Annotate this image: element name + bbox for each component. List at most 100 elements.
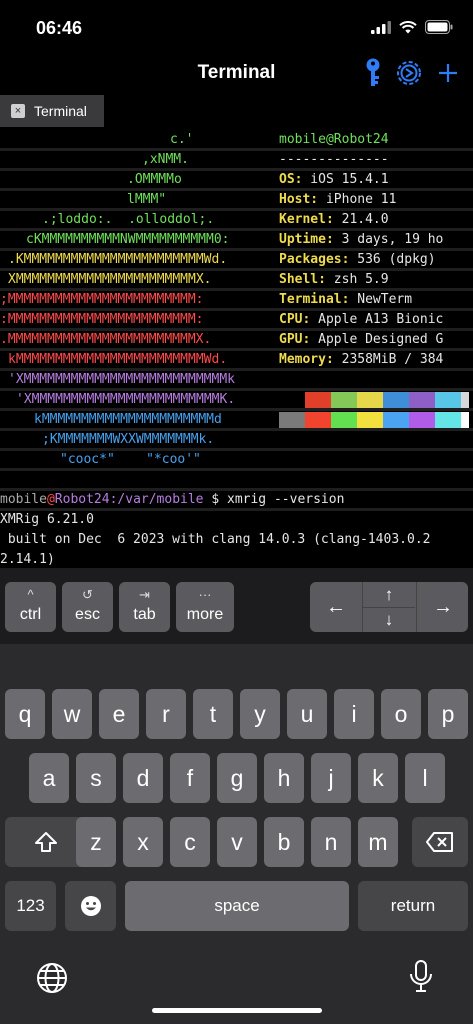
letter-key[interactable]: x bbox=[123, 817, 163, 867]
system-info-line: Memory: 2358MiB / 384 bbox=[279, 352, 443, 368]
ascii-logo-line: "cooc*" "*coo'" bbox=[60, 452, 201, 467]
prompt-host: Robot24 bbox=[54, 492, 110, 507]
return-key[interactable]: return bbox=[358, 881, 468, 931]
backspace-icon bbox=[426, 832, 453, 852]
info-value: Apple Designed G bbox=[310, 332, 444, 347]
info-value: NewTerm bbox=[349, 292, 413, 307]
row-divider bbox=[0, 428, 473, 431]
terminal-output[interactable]: c.' ,xNMM. .OMMMMo lMMM" .;loddo:. .olloddol… bbox=[0, 128, 473, 568]
battery-icon bbox=[425, 20, 453, 34]
letter-key[interactable]: c bbox=[170, 817, 210, 867]
esc-key[interactable]: ↺ esc bbox=[62, 582, 113, 632]
letter-key[interactable]: e bbox=[99, 689, 139, 739]
ascii-logo-line: ;MMMMMMMMMMMMMMMMMMMMMMMM: bbox=[0, 292, 204, 307]
info-key: Uptime: bbox=[279, 232, 334, 247]
row-divider bbox=[0, 368, 473, 371]
more-key[interactable]: ··· more bbox=[176, 582, 234, 632]
row-divider bbox=[0, 208, 473, 211]
prompt-path: :/var/mobile bbox=[109, 492, 204, 507]
letter-key[interactable]: f bbox=[170, 753, 210, 803]
color-swatch bbox=[305, 412, 331, 428]
system-info-line: Packages: 536 (dpkg) bbox=[279, 252, 436, 268]
info-value: zsh 5.9 bbox=[325, 272, 389, 287]
prompt-line: mobile@Robot24:/var/mobile $ xmrig --ver… bbox=[0, 492, 344, 508]
tab-key-label: tab bbox=[133, 606, 156, 623]
color-swatch bbox=[331, 392, 357, 408]
backspace-key[interactable] bbox=[412, 817, 468, 867]
arrow-right-key[interactable]: → bbox=[416, 582, 469, 632]
letter-key[interactable]: q bbox=[5, 689, 45, 739]
microphone-icon[interactable] bbox=[409, 960, 433, 994]
space-key[interactable]: space bbox=[125, 881, 349, 931]
shift-key[interactable] bbox=[5, 817, 86, 867]
arrow-down-key[interactable]: ↓ bbox=[363, 607, 415, 632]
ascii-logo-line: 'XMMMMMMMMMMMMMMMMMMMMMMMMK. bbox=[16, 392, 236, 407]
letter-key[interactable]: v bbox=[217, 817, 257, 867]
letter-key[interactable]: y bbox=[240, 689, 280, 739]
letter-key[interactable]: a bbox=[29, 753, 69, 803]
letter-key[interactable]: g bbox=[217, 753, 257, 803]
letter-key[interactable]: l bbox=[405, 753, 445, 803]
prompt-at: @ bbox=[46, 492, 55, 507]
letter-key[interactable]: j bbox=[311, 753, 351, 803]
nav-actions bbox=[365, 58, 459, 88]
row-divider bbox=[0, 348, 473, 351]
system-info-line: GPU: Apple Designed G bbox=[279, 332, 443, 348]
letter-key[interactable]: w bbox=[52, 689, 92, 739]
escape-icon: ↺ bbox=[82, 587, 93, 602]
system-info-line: Shell: zsh 5.9 bbox=[279, 272, 389, 288]
letter-key[interactable]: t bbox=[193, 689, 233, 739]
letter-key[interactable]: k bbox=[358, 753, 398, 803]
color-swatch bbox=[409, 392, 435, 408]
extra-keys-toolbar: ^ ctrl ↺ esc ⇥ tab ··· more ← ↑ ↓ → bbox=[0, 568, 473, 644]
letter-key[interactable]: o bbox=[381, 689, 421, 739]
more-label: more bbox=[186, 606, 224, 623]
row-divider bbox=[0, 508, 473, 511]
globe-icon[interactable] bbox=[36, 962, 68, 994]
info-value: 3 days, 19 ho bbox=[333, 232, 444, 247]
letter-key[interactable]: i bbox=[334, 689, 374, 739]
info-key: Packages: bbox=[279, 252, 350, 267]
letter-key[interactable]: m bbox=[358, 817, 398, 867]
numbers-key[interactable]: 123 bbox=[5, 881, 56, 931]
ascii-logo-line: ,xNMM. bbox=[142, 152, 189, 167]
output-line: 2.14.1) bbox=[0, 552, 55, 567]
output-line: built on Dec 6 2023 with clang 14.0.3 (c… bbox=[0, 532, 431, 547]
arrow-up-key[interactable]: ↑ bbox=[363, 582, 415, 608]
letter-key[interactable]: s bbox=[76, 753, 116, 803]
color-swatch bbox=[461, 392, 469, 408]
key-icon[interactable] bbox=[365, 58, 381, 88]
info-key: Shell: bbox=[279, 272, 326, 287]
row-divider bbox=[0, 268, 473, 271]
color-swatch bbox=[383, 412, 409, 428]
info-value: iPhone 11 bbox=[318, 192, 397, 207]
letter-key[interactable]: h bbox=[264, 753, 304, 803]
close-tab-icon[interactable]: × bbox=[11, 104, 25, 118]
letter-key[interactable]: d bbox=[123, 753, 163, 803]
ascii-logo-line: cKMMMMMMMMMMNWMMMMMMMMMM0: bbox=[26, 232, 230, 247]
letter-key[interactable]: n bbox=[311, 817, 351, 867]
ctrl-key[interactable]: ^ ctrl bbox=[5, 582, 56, 632]
system-info-line: Terminal: NewTerm bbox=[279, 292, 412, 308]
arrow-left-key[interactable]: ← bbox=[310, 582, 363, 632]
add-icon[interactable] bbox=[437, 62, 459, 84]
info-key: OS: bbox=[279, 172, 303, 187]
navigation-bar: Terminal bbox=[0, 56, 473, 92]
tab-key[interactable]: ⇥ tab bbox=[119, 582, 170, 632]
info-value: 536 (dpkg) bbox=[349, 252, 436, 267]
row-divider bbox=[0, 288, 473, 291]
home-indicator[interactable] bbox=[152, 1008, 322, 1013]
letter-key[interactable]: u bbox=[287, 689, 327, 739]
separator: -------------- bbox=[279, 152, 389, 167]
command-text: xmrig --version bbox=[219, 492, 345, 507]
row-divider bbox=[0, 228, 473, 231]
letter-key[interactable]: p bbox=[428, 689, 468, 739]
emoji-key[interactable] bbox=[65, 881, 116, 931]
row-divider bbox=[0, 148, 473, 151]
settings-gear-icon[interactable] bbox=[395, 59, 423, 87]
letter-key[interactable]: b bbox=[264, 817, 304, 867]
tab-terminal[interactable]: × Terminal bbox=[0, 95, 104, 127]
info-key: Kernel: bbox=[279, 212, 334, 227]
letter-key[interactable]: r bbox=[146, 689, 186, 739]
letter-key[interactable]: z bbox=[76, 817, 116, 867]
